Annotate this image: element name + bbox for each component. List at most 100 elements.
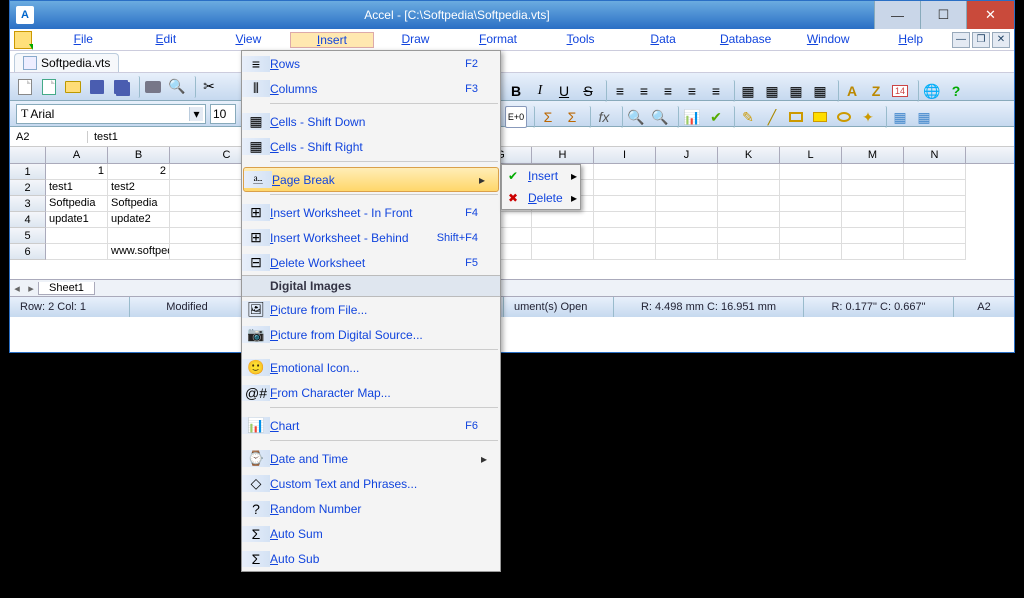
menu-data[interactable]: Data <box>622 32 705 48</box>
border3-button[interactable]: ▦ <box>785 80 807 102</box>
border1-button[interactable]: ▦ <box>737 80 759 102</box>
menu-insert[interactable]: Insert <box>290 32 375 48</box>
cell[interactable] <box>718 228 780 244</box>
sort-desc-button[interactable]: Z <box>865 80 887 102</box>
mdi-close-button[interactable]: ✕ <box>992 32 1010 48</box>
cell[interactable] <box>780 180 842 196</box>
menu-help[interactable]: Help <box>869 32 952 48</box>
cell[interactable] <box>718 244 780 260</box>
print-preview-button[interactable]: 🔍 <box>166 76 188 98</box>
submenu-item-delete[interactable]: ✖Delete▸ <box>502 187 580 209</box>
minimize-button[interactable]: — <box>874 1 920 29</box>
menu-tools[interactable]: Tools <box>539 32 622 48</box>
save-button[interactable] <box>86 76 108 98</box>
cell[interactable]: 1 <box>46 164 108 180</box>
menu-item-from-character-map-[interactable]: @#From Character Map... <box>242 380 500 405</box>
cell[interactable] <box>656 180 718 196</box>
cell[interactable] <box>718 212 780 228</box>
row-header[interactable]: 1 <box>10 164 46 180</box>
sheet-nav-first[interactable]: ◂ <box>10 282 24 295</box>
column-header[interactable]: I <box>594 147 656 163</box>
menu-item-delete-worksheet[interactable]: ⊟Delete WorksheetF5 <box>242 250 500 275</box>
document-tab[interactable]: Softpedia.vts <box>14 53 119 72</box>
menu-database[interactable]: Database <box>704 32 787 48</box>
cell[interactable] <box>656 164 718 180</box>
cell[interactable] <box>108 228 170 244</box>
save-all-button[interactable] <box>110 76 132 98</box>
sort-asc-button[interactable]: A <box>841 80 863 102</box>
border4-button[interactable]: ▦ <box>809 80 831 102</box>
cell[interactable] <box>904 196 966 212</box>
print-button[interactable] <box>142 76 164 98</box>
row-header[interactable]: 6 <box>10 244 46 260</box>
zoom-in-button[interactable]: 🔍 <box>625 106 647 128</box>
menu-item-auto-sub[interactable]: ΣAuto Sub <box>242 546 500 571</box>
underline-button[interactable]: U <box>553 80 575 102</box>
cell[interactable] <box>594 244 656 260</box>
row-header[interactable]: 4 <box>10 212 46 228</box>
app-menu-icon[interactable] <box>14 31 32 49</box>
menu-item-cells-shift-down[interactable]: ▦Cells - Shift Down <box>242 109 500 134</box>
line-button[interactable]: ╱ <box>761 106 783 128</box>
cell[interactable] <box>842 180 904 196</box>
cell[interactable] <box>718 164 780 180</box>
menu-item-cells-shift-right[interactable]: ▦Cells - Shift Right <box>242 134 500 159</box>
menu-item-rows[interactable]: ≡RowsF2 <box>242 51 500 76</box>
align-middle-button[interactable]: ≡ <box>705 80 727 102</box>
sheet-nav-last[interactable]: ▸ <box>24 282 38 295</box>
unsnap-button[interactable]: ▦ <box>913 106 935 128</box>
cell[interactable] <box>842 228 904 244</box>
menu-item-custom-text-and-phrases-[interactable]: ◇Custom Text and Phrases... <box>242 471 500 496</box>
menu-item-emotional-icon-[interactable]: 🙂Emotional Icon... <box>242 355 500 380</box>
menu-item-picture-from-file-[interactable]: 🖼Picture from File... <box>242 297 500 322</box>
cell[interactable]: update1 <box>46 212 108 228</box>
mdi-minimize-button[interactable]: — <box>952 32 970 48</box>
cell[interactable] <box>780 196 842 212</box>
align-justify-button[interactable]: ≡ <box>681 80 703 102</box>
cell[interactable] <box>46 228 108 244</box>
cell[interactable] <box>904 228 966 244</box>
cell[interactable] <box>594 180 656 196</box>
font-selector[interactable]: T Arial ▾ <box>16 104 206 124</box>
font-size-selector[interactable]: 10 <box>210 104 236 124</box>
select-all-corner[interactable] <box>10 147 46 163</box>
menu-item-date-and-time[interactable]: ⌚Date and Time▸ <box>242 446 500 471</box>
cell[interactable] <box>46 244 108 260</box>
align-left-button[interactable]: ≡ <box>609 80 631 102</box>
check-button[interactable]: ✔ <box>705 106 727 128</box>
cell[interactable] <box>842 196 904 212</box>
maximize-button[interactable]: ☐ <box>920 1 966 29</box>
row-header[interactable]: 3 <box>10 196 46 212</box>
column-header[interactable]: B <box>108 147 170 163</box>
cut-button[interactable]: ✂ <box>198 76 220 98</box>
menu-item-random-number[interactable]: ?Random Number <box>242 496 500 521</box>
sheet-tab[interactable]: Sheet1 <box>38 282 95 295</box>
autosum-minus-button[interactable]: Σ <box>561 106 583 128</box>
cell[interactable] <box>904 244 966 260</box>
menu-format[interactable]: Format <box>457 32 540 48</box>
row-header[interactable]: 2 <box>10 180 46 196</box>
ellipse-button[interactable] <box>833 106 855 128</box>
zoom-out-button[interactable]: 🔍 <box>649 106 671 128</box>
cell[interactable] <box>780 228 842 244</box>
cell[interactable] <box>842 212 904 228</box>
cell[interactable]: www.softpedia.com <box>108 244 170 260</box>
submenu-item-insert[interactable]: ✔Insert▸ <box>502 165 580 187</box>
star-button[interactable]: ✦ <box>857 106 879 128</box>
column-header[interactable]: L <box>780 147 842 163</box>
align-center-button[interactable]: ≡ <box>633 80 655 102</box>
new-sheet-button[interactable] <box>38 76 60 98</box>
menu-item-insert-worksheet-in-front[interactable]: ⊞Insert Worksheet - In FrontF4 <box>242 200 500 225</box>
function-button[interactable]: fx <box>593 106 615 128</box>
cell[interactable] <box>780 244 842 260</box>
cell[interactable]: update2 <box>108 212 170 228</box>
menu-item-picture-from-digital-source-[interactable]: 📷Picture from Digital Source... <box>242 322 500 347</box>
border2-button[interactable]: ▦ <box>761 80 783 102</box>
cell[interactable] <box>842 244 904 260</box>
menu-item-auto-sum[interactable]: ΣAuto Sum <box>242 521 500 546</box>
new-button[interactable] <box>14 76 36 98</box>
italic-button[interactable]: I <box>529 80 551 102</box>
row-header[interactable]: 5 <box>10 228 46 244</box>
cell[interactable] <box>656 244 718 260</box>
menu-draw[interactable]: Draw <box>374 32 457 48</box>
